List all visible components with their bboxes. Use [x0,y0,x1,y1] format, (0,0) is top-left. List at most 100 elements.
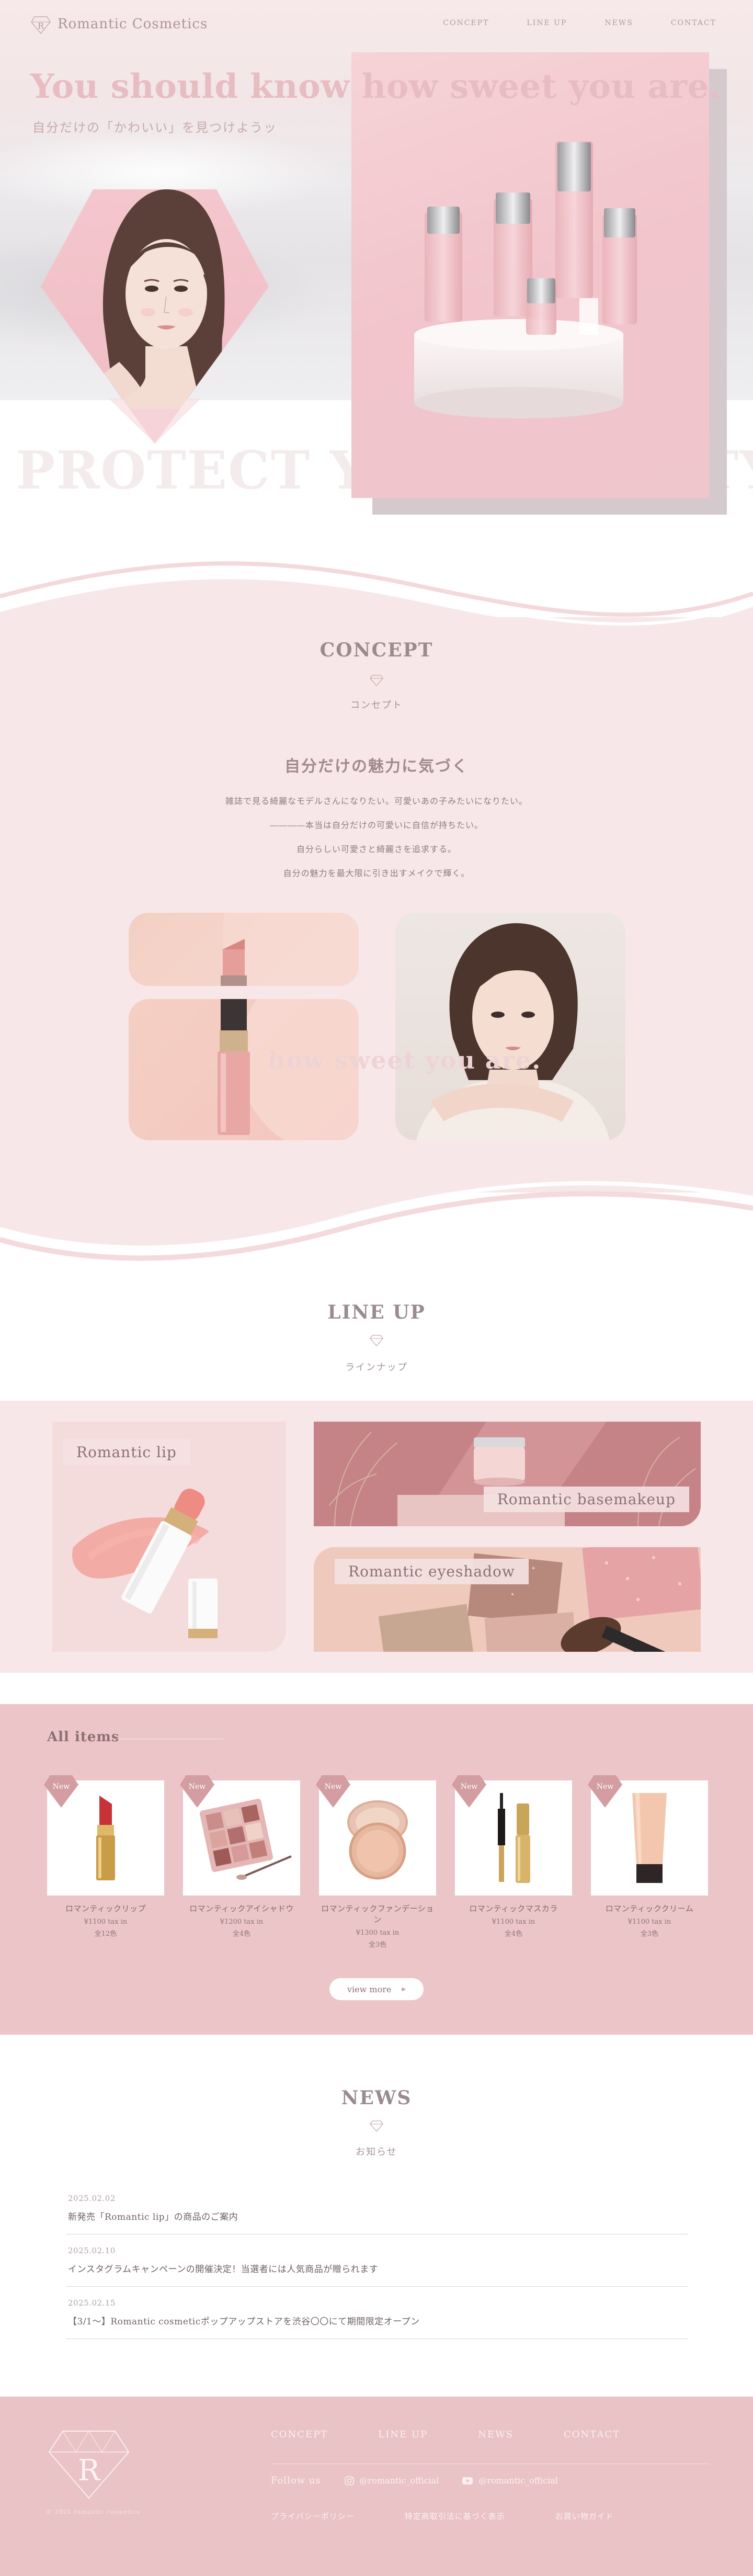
concept-overlay-text: how sweet you are. [268,1046,542,1074]
diamond-icon [370,1335,383,1346]
product-image: New [588,1775,708,1896]
nav-contact[interactable]: CONTACT [671,19,716,27]
product-card-lip[interactable]: New ロマンティックリップ ¥1100 tax in 全12色 [44,1775,164,1938]
news-item[interactable]: 2025.02.02 新発売「Romantic lip」の商品のご案内 [66,2182,688,2234]
concept-section: CONCEPT コンセプト 自分だけの魅力に気づく 雑誌で見る綺麗なモデルさんに… [0,544,753,1276]
svg-text:New: New [53,1783,70,1791]
hero-section: PROTECT YOUR BEAUTY You should know how … [0,0,753,544]
news-text: インスタグラムキャンペーンの開催決定！当選者には人気商品が贈られます [68,2264,379,2275]
svg-text:R: R [78,2454,101,2488]
news-date: 2025.02.10 [68,2246,116,2255]
product-colors: 全12色 [94,1930,117,1938]
cream-tube-icon [632,1793,667,1883]
product-card-eyeshadow[interactable]: New ロマンティックアイシャドウ ¥1200 tax in 全4色 [180,1775,300,1938]
footer-nav-concept[interactable]: CONCEPT [271,2429,328,2440]
lineup-card-basemakeup[interactable]: Romantic basemakeup [314,1422,701,1526]
news-subtitle: お知らせ [356,2147,397,2158]
instagram-icon [344,2476,354,2486]
youtube-handle: @romantic_official [478,2476,558,2486]
product-name: ロマンティックアイシャドウ [189,1904,294,1913]
footer-nav-contact[interactable]: CONTACT [564,2429,620,2440]
diamond-logo-icon: R [31,16,51,35]
hero-title: You should know how sweet you are. [30,67,721,106]
arrow-right-icon: ▶ [402,1986,406,1992]
site-header: R Romantic Cosmetics CONCEPT LINE UP NEW… [0,0,753,48]
site-footer: R © 2025 romantic cosmetics CONCEPT LINE… [0,2397,753,2576]
news-date: 2025.02.15 [68,2298,116,2308]
footer-diamond-logo-icon[interactable]: R [47,2428,131,2501]
hero-model-photo [41,189,269,444]
product-image: New [452,1775,572,1896]
footer-nav-lineup[interactable]: LINE UP [378,2429,428,2440]
all-items-heading: All items [47,1729,120,1745]
hero-product-photo [351,52,709,498]
instagram-link[interactable]: @romantic_official [344,2476,439,2486]
news-item[interactable]: 2025.02.10 インスタグラムキャンペーンの開催決定！当選者には人気商品が… [66,2234,688,2287]
product-colors: 全4色 [504,1930,523,1938]
product-name: ロマンティックリップ [65,1904,146,1913]
follow-label: Follow us [271,2475,321,2486]
model-portrait-image [416,923,610,1140]
svg-text:New: New [461,1783,478,1791]
youtube-icon [462,2477,473,2484]
product-price: ¥1100 tax in [492,1918,535,1926]
product-price: ¥1300 tax in [356,1929,400,1937]
svg-text:New: New [597,1783,614,1791]
concept-line: 雑誌で見る綺麗なモデルさんになりたい。可愛いあの子みたいになりたい。 [225,796,528,806]
lineup-title: LINE UP [327,1301,426,1323]
footer-nav-news[interactable]: NEWS [478,2429,514,2440]
product-name: ロマンティックファンデーション [321,1904,434,1924]
concept-subtitle: コンセプト [350,700,403,711]
mascara-icon [498,1793,530,1883]
product-card-mascara[interactable]: New ロマンティックマスカラ ¥1100 tax in 全4色 [452,1775,572,1938]
product-colors: 全3色 [640,1930,659,1938]
hero-subtitle: 自分だけの「かわいい」を見つけようッ [32,120,277,135]
news-text: 新発売「Romantic lip」の商品のご案内 [68,2212,238,2222]
nav-lineup[interactable]: LINE UP [527,19,567,27]
new-badge: New [180,1775,214,1808]
lineup-card-lip[interactable]: Romantic lip [52,1422,286,1652]
footer-nav: CONCEPT LINE UP NEWS CONTACT [271,2429,620,2440]
product-colors: 全3色 [368,1941,387,1949]
lipstick-image [221,913,359,986]
youtube-link[interactable]: @romantic_official [462,2476,558,2486]
lipstick-image-top [129,913,359,986]
lineup-card-eyeshadow[interactable]: Romantic eyeshadow [314,1547,701,1652]
lineup-card-label: Romantic basemakeup [483,1486,689,1512]
product-image: New [316,1775,436,1896]
product-image: New [180,1775,300,1896]
news-title: NEWS [341,2087,412,2109]
product-card-foundation[interactable]: New ロマンティックファンデーション ¥1300 tax in 全3色 [316,1775,436,1949]
nav-concept[interactable]: CONCEPT [443,19,489,27]
svg-text:New: New [189,1783,206,1791]
shopping-guide-link[interactable]: お買い物ガイド [555,2511,614,2522]
product-image: New [44,1775,164,1896]
commerce-law-link[interactable]: 特定商取引法に基づく表示 [405,2511,505,2522]
diamond-icon [370,2120,383,2132]
lipstick-icon [96,1796,115,1880]
view-more-label: view more [347,1984,392,1994]
page: PROTECT YOUR BEAUTY You should know how … [0,0,753,2576]
view-more-button[interactable]: view more ▶ [329,1978,424,2000]
instagram-handle: @romantic_official [359,2476,439,2486]
lineup-card-label: Romantic lip [63,1439,190,1465]
follow-us: Follow us @romantic_official @romantic_o… [271,2475,558,2486]
new-badge: New [588,1775,622,1808]
privacy-policy-link[interactable]: プライバシーポリシー [271,2511,355,2522]
concept-heading: 自分だけの魅力に気づく [284,757,469,776]
product-name: ロマンティッククリーム [605,1904,694,1913]
product-price: ¥1100 tax in [628,1918,671,1926]
product-colors: 全4色 [232,1930,251,1938]
news-item[interactable]: 2025.02.15 【3/1〜】Romantic cosmeticポップアップ… [66,2287,688,2339]
serum-bottles-image [414,141,637,418]
news-text: 【3/1〜】Romantic cosmeticポップアップストアを渋谷〇〇にて期… [68,2317,420,2327]
new-badge: New [452,1775,486,1808]
lineup-subtitle: ラインナップ [345,1362,408,1373]
product-card-cream[interactable]: New ロマンティッククリーム ¥1100 tax in 全3色 [588,1775,708,1938]
footer-copyright: © 2025 romantic cosmetics [46,2509,140,2515]
nav-news[interactable]: NEWS [604,19,633,27]
bottom-wave [0,1172,753,1261]
brand-logo[interactable]: R Romantic Cosmetics [30,14,208,35]
compact-foundation-icon [347,1800,408,1880]
concept-line: 自分らしい可愛さと綺麗さを追求する。 [296,844,457,854]
